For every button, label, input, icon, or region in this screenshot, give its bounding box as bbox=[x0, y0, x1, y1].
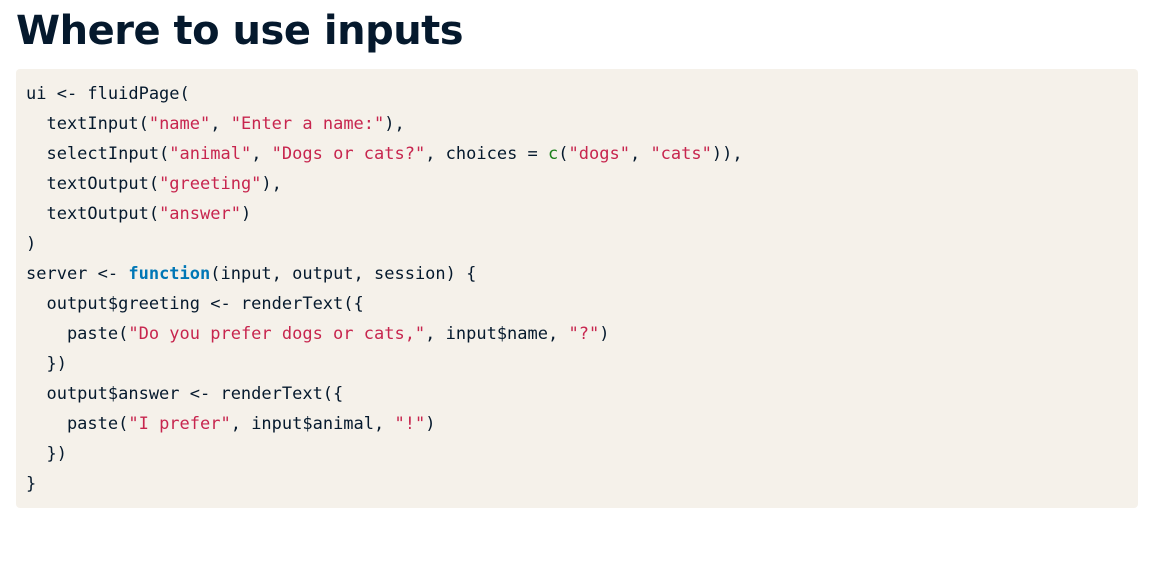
code-text: textInput( bbox=[26, 114, 149, 134]
code-text: , input$name, bbox=[425, 324, 569, 344]
code-line: }) bbox=[26, 349, 1138, 379]
code-text: textOutput( bbox=[26, 204, 160, 224]
function-name: c bbox=[548, 144, 559, 164]
code-text: textOutput( bbox=[26, 174, 160, 194]
code-text: paste( bbox=[26, 324, 129, 344]
code-text: ), bbox=[261, 174, 282, 194]
string-literal: "animal" bbox=[169, 144, 252, 164]
code-line: selectInput("animal", "Dogs or cats?", c… bbox=[26, 139, 1138, 169]
code-line: paste("Do you prefer dogs or cats,", inp… bbox=[26, 319, 1138, 349]
code-text: ( bbox=[558, 144, 569, 164]
code-text: , bbox=[629, 144, 651, 164]
code-block: ui <- fluidPage( textInput("name", "Ente… bbox=[16, 69, 1138, 508]
code-text: (input, output, session) { bbox=[210, 264, 477, 284]
code-line: ) bbox=[26, 229, 1138, 259]
code-line: textOutput("answer") bbox=[26, 199, 1138, 229]
code-text: ) bbox=[425, 414, 436, 434]
code-text: output$greeting <- renderText({ bbox=[26, 294, 364, 314]
code-lines: ui <- fluidPage( textInput("name", "Ente… bbox=[26, 79, 1138, 499]
string-literal: "dogs" bbox=[568, 144, 630, 164]
code-text: , input$animal, bbox=[230, 414, 395, 434]
code-line: server <- function(input, output, sessio… bbox=[26, 259, 1138, 289]
code-line: } bbox=[26, 469, 1138, 499]
string-literal: "greeting" bbox=[159, 174, 262, 194]
string-literal: "?" bbox=[568, 324, 600, 344]
string-literal: "I prefer" bbox=[128, 414, 231, 434]
code-text: paste( bbox=[26, 414, 129, 434]
code-text: }) bbox=[26, 444, 67, 464]
string-literal: "cats" bbox=[650, 144, 712, 164]
code-text: ui <- fluidPage( bbox=[26, 84, 190, 104]
code-text: output$answer <- renderText({ bbox=[26, 384, 344, 404]
code-text: , bbox=[210, 114, 231, 134]
code-text: , choices = bbox=[425, 144, 549, 164]
code-line: paste("I prefer", input$animal, "!") bbox=[26, 409, 1138, 439]
string-literal: "Dogs or cats?" bbox=[271, 144, 426, 164]
page-title: Where to use inputs bbox=[16, 8, 464, 54]
string-literal: "Enter a name:" bbox=[230, 114, 385, 134]
string-literal: "!" bbox=[394, 414, 426, 434]
code-line: textInput("name", "Enter a name:"), bbox=[26, 109, 1138, 139]
code-text: }) bbox=[26, 354, 67, 374]
code-line: output$answer <- renderText({ bbox=[26, 379, 1138, 409]
code-text: )), bbox=[711, 144, 743, 164]
code-text: ) bbox=[26, 234, 37, 254]
code-line: ui <- fluidPage( bbox=[26, 79, 1138, 109]
string-literal: "answer" bbox=[159, 204, 241, 224]
code-line: textOutput("greeting"), bbox=[26, 169, 1138, 199]
string-literal: "Do you prefer dogs or cats," bbox=[128, 324, 426, 344]
keyword: function bbox=[128, 264, 211, 284]
code-text: ) bbox=[240, 204, 252, 224]
code-text: ), bbox=[384, 114, 405, 134]
code-line: }) bbox=[26, 439, 1138, 469]
code-text: selectInput( bbox=[26, 144, 170, 164]
code-line: output$greeting <- renderText({ bbox=[26, 289, 1138, 319]
string-literal: "name" bbox=[148, 114, 211, 134]
code-text: server <- bbox=[26, 264, 129, 284]
code-text: } bbox=[26, 474, 37, 494]
code-text: ) bbox=[599, 324, 610, 344]
code-text: , bbox=[251, 144, 272, 164]
